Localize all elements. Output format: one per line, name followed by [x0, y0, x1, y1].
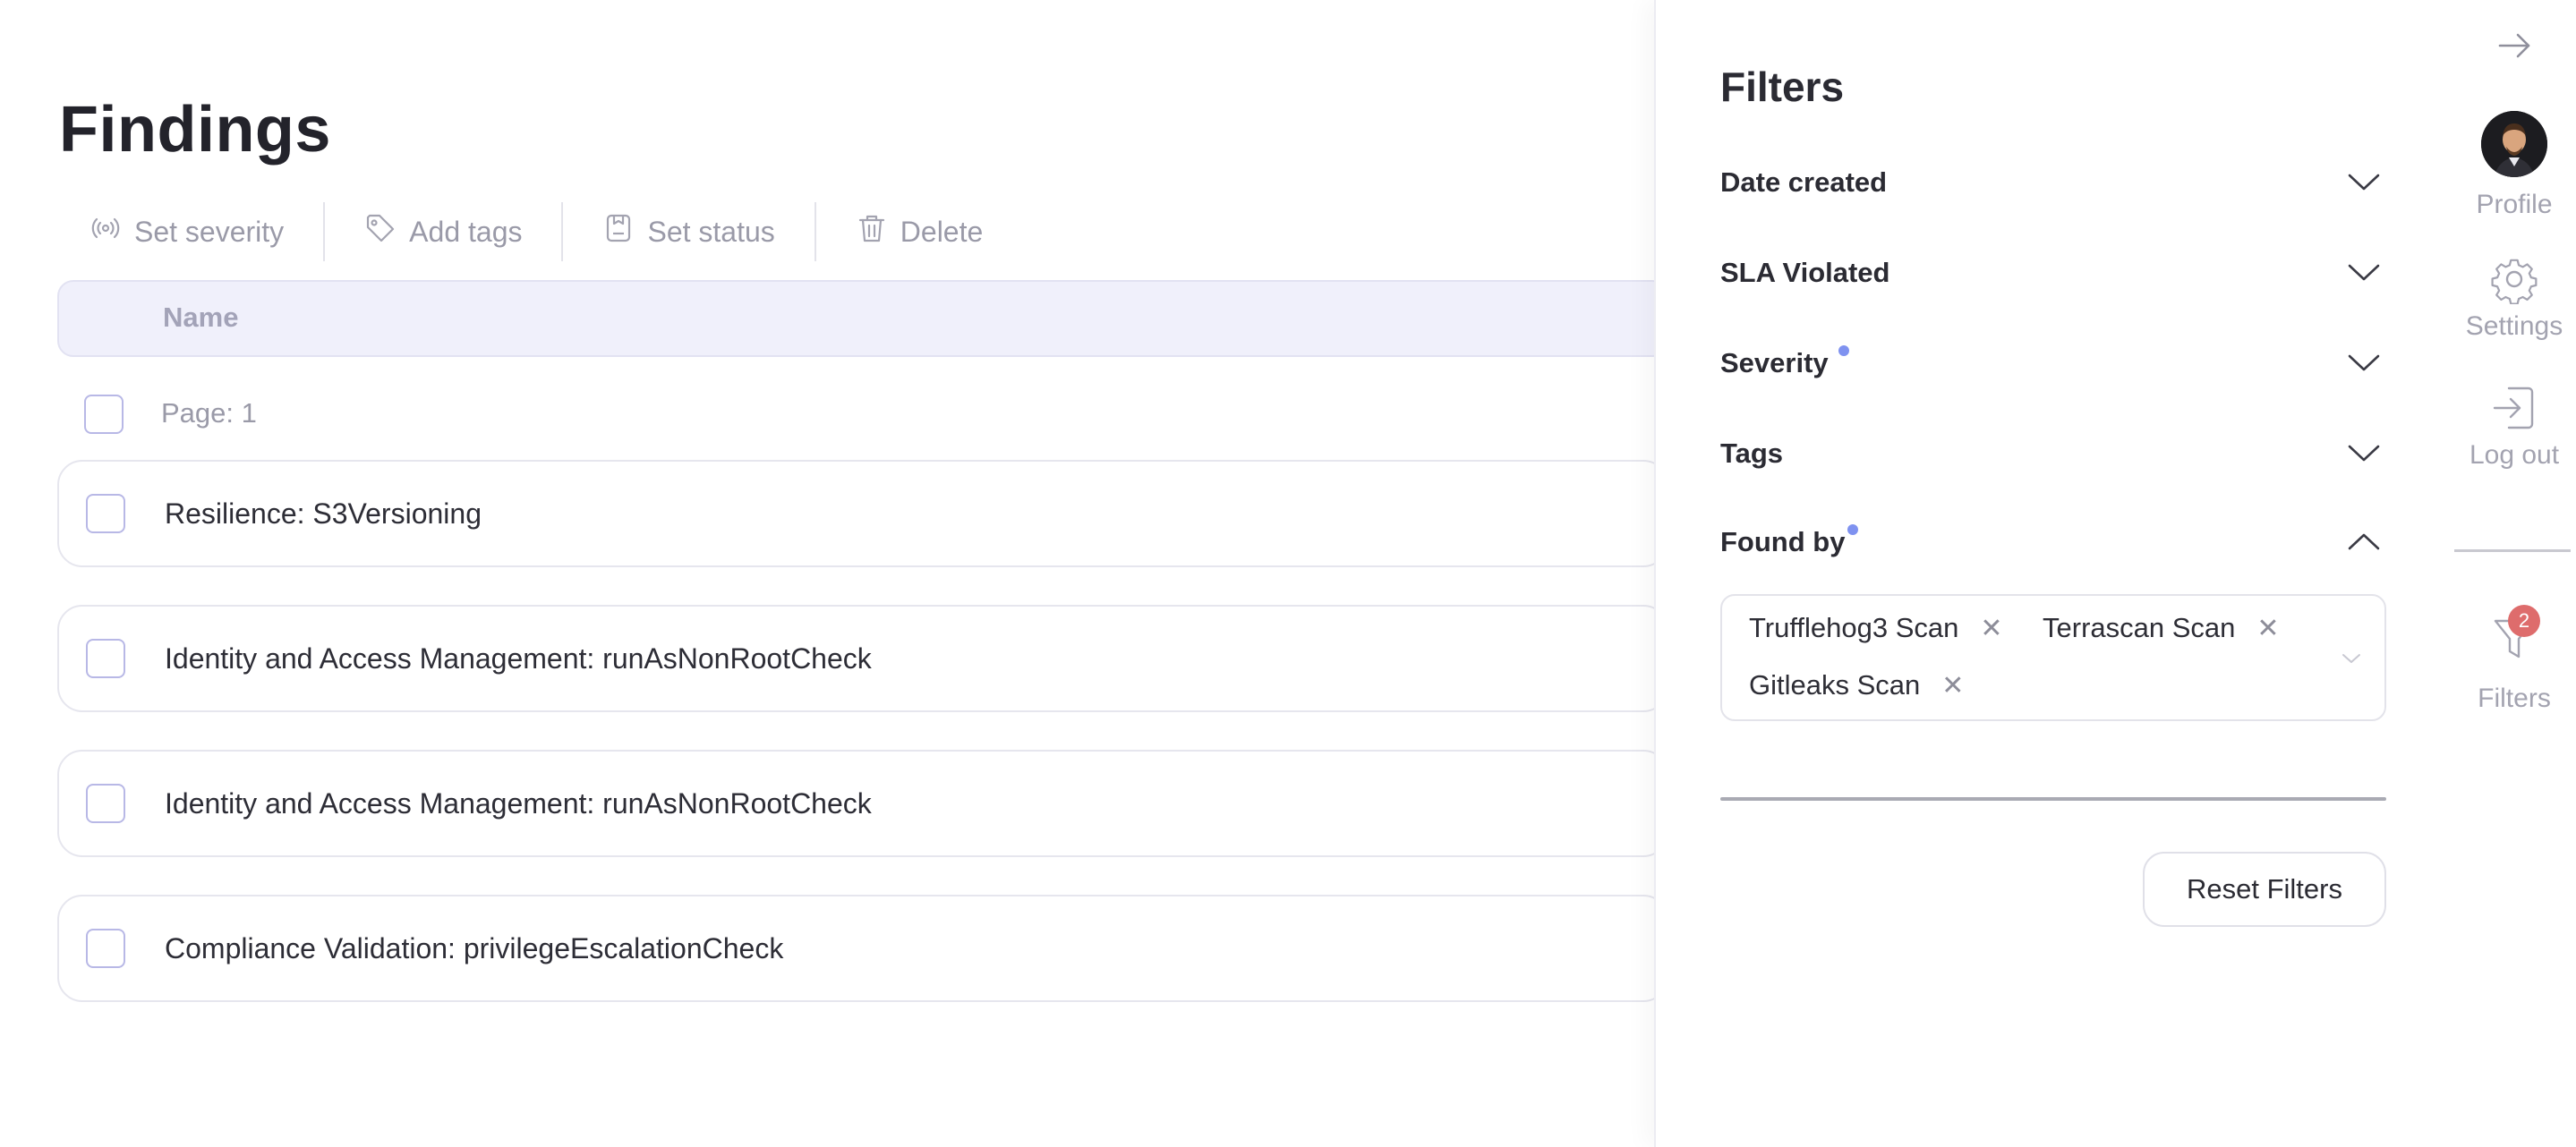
table-row[interactable]: Compliance Validation: privilegeEscalati… [57, 895, 1668, 1002]
filter-date-created[interactable]: Date created [1720, 156, 2383, 209]
selected-scanner-chip: Trufflehog3 Scan ✕ [1749, 612, 2003, 644]
active-filter-dot [1847, 524, 1858, 535]
finding-name: Resilience: S3Versioning [165, 497, 482, 530]
settings-label: Settings [2465, 311, 2563, 341]
arrow-right-icon [2498, 33, 2530, 58]
chevron-down-icon [2348, 174, 2380, 191]
filter-label: Tags [1720, 438, 1784, 469]
select-page-checkbox[interactable] [84, 395, 124, 434]
chevron-down-icon [2348, 264, 2380, 281]
bulk-actions-toolbar: Set severity Add tags Set status Delete [90, 202, 983, 261]
row-checkbox[interactable] [86, 494, 125, 533]
findings-main: Findings Set severity Add tags Set statu… [0, 0, 1668, 1147]
trash-icon [856, 212, 888, 251]
broadcast-icon [90, 212, 122, 251]
gear-icon [2491, 259, 2538, 304]
chevron-down-icon [2348, 354, 2380, 371]
filters-panel: Filters Date created SLA Violated Severi… [1654, 0, 2452, 1147]
delete-label: Delete [900, 215, 984, 248]
avatar [2481, 111, 2547, 177]
page-group-row: Page: 1 [57, 385, 1668, 444]
filters-title: Filters [1720, 64, 1845, 110]
toolbar-divider [323, 202, 326, 261]
rail-divider [2454, 549, 2571, 552]
logout-button[interactable]: Log out [2452, 383, 2576, 471]
filter-label: SLA Violated [1720, 257, 1890, 288]
reset-filters-button[interactable]: Reset Filters [2143, 852, 2386, 927]
add-tags-label: Add tags [409, 215, 523, 248]
chip-label: Gitleaks Scan [1749, 669, 1921, 701]
active-filters-badge: 2 [2508, 605, 2540, 637]
active-filter-dot [1838, 345, 1849, 356]
remove-chip-icon[interactable]: ✕ [2256, 613, 2279, 644]
collapse-panel-button[interactable] [2452, 27, 2576, 64]
panel-divider [1720, 797, 2386, 801]
remove-chip-icon[interactable]: ✕ [1941, 670, 1964, 701]
row-checkbox[interactable] [86, 639, 125, 678]
delete-button[interactable]: Delete [856, 212, 984, 251]
set-severity-button[interactable]: Set severity [90, 212, 284, 251]
finding-name: Identity and Access Management: runAsNon… [165, 642, 872, 675]
logout-label: Log out [2469, 440, 2560, 470]
row-checkbox[interactable] [86, 929, 125, 968]
selected-scanner-chip: Gitleaks Scan ✕ [1749, 669, 1964, 701]
table-header: Name [57, 280, 1668, 357]
page-label: Page: 1 [161, 397, 257, 429]
finding-name: Compliance Validation: privilegeEscalati… [165, 932, 784, 964]
row-checkbox[interactable] [86, 784, 125, 823]
selected-scanner-chip: Terrascan Scan ✕ [2043, 612, 2280, 644]
column-header-name[interactable]: Name [163, 302, 238, 334]
chevron-down-icon [2348, 445, 2380, 462]
profile-label: Profile [2476, 190, 2553, 219]
settings-button[interactable]: Settings [2452, 254, 2576, 342]
set-status-button[interactable]: Set status [602, 212, 775, 251]
table-row[interactable]: Identity and Access Management: runAsNon… [57, 605, 1668, 712]
chip-label: Trufflehog3 Scan [1749, 612, 1959, 643]
finding-name: Identity and Access Management: runAsNon… [165, 787, 872, 820]
filter-severity[interactable]: Severity [1720, 336, 2383, 390]
filter-label: Severity [1720, 347, 1829, 378]
filter-tags[interactable]: Tags [1720, 427, 2383, 480]
filter-label: Found by [1720, 526, 1846, 557]
page-title: Findings [59, 94, 331, 166]
profile-button[interactable]: Profile [2452, 111, 2576, 220]
found-by-multiselect[interactable]: Trufflehog3 Scan ✕ Terrascan Scan ✕ Gitl… [1720, 594, 2386, 721]
logout-icon [2493, 387, 2534, 429]
table-row[interactable]: Identity and Access Management: runAsNon… [57, 750, 1668, 857]
set-status-label: Set status [647, 215, 775, 248]
tag-icon [364, 212, 397, 251]
chevron-down-icon[interactable] [2341, 651, 2361, 666]
filter-found-by[interactable]: Found by [1720, 515, 2383, 569]
toolbar-divider [814, 202, 816, 261]
filter-icon-wrap: 2 [2483, 605, 2546, 667]
chevron-up-icon [2348, 533, 2380, 550]
toolbar-divider [561, 202, 564, 261]
filters-label: Filters [2478, 684, 2551, 713]
filter-sla-violated[interactable]: SLA Violated [1720, 246, 2383, 300]
remove-chip-icon[interactable]: ✕ [1980, 613, 2002, 644]
add-tags-button[interactable]: Add tags [364, 212, 522, 251]
chip-label: Terrascan Scan [2043, 612, 2236, 643]
filter-label: Date created [1720, 166, 1888, 198]
filters-toggle-button[interactable]: 2 Filters [2452, 605, 2576, 714]
table-row[interactable]: Resilience: S3Versioning [57, 460, 1668, 567]
right-rail: Profile Settings Log out 2 Filters [2452, 0, 2576, 1147]
set-severity-label: Set severity [134, 215, 285, 248]
clipboard-icon [602, 212, 635, 251]
